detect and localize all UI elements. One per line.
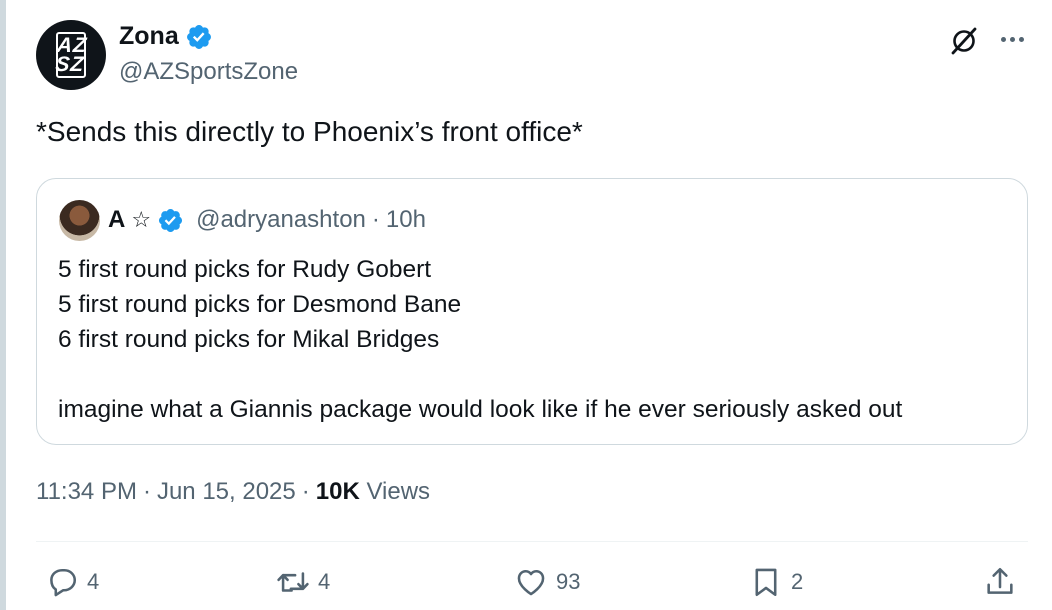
views-label: Views [366, 478, 431, 505]
quoted-tweet-text: 5 first round picks for Rudy Gobert 5 fi… [58, 252, 902, 427]
quoted-text-line: 5 first round picks for Rudy Gobert [58, 256, 432, 283]
bookmark-count: 2 [791, 569, 804, 594]
tweet-meta: 11:34 PM · Jun 15, 2025 · 10K Views [36, 478, 430, 506]
like-icon [517, 569, 545, 596]
quoted-handle[interactable]: @adryanashton [196, 206, 366, 234]
like-count: 93 [556, 569, 581, 594]
repost-count: 4 [318, 569, 331, 594]
views-count: 10K [315, 478, 360, 505]
quoted-timestamp[interactable]: 10h [386, 206, 426, 234]
bookmark-icon [755, 568, 777, 597]
verified-badge-icon [186, 24, 211, 49]
bookmark-button[interactable]: 2 [749, 565, 803, 599]
separator-dot: · [142, 478, 151, 505]
reply-button[interactable]: 4 [45, 565, 99, 599]
tweet-card: AZ SZ Zona @AZSportsZone *Sends this dir… [0, 0, 1052, 610]
tweet-text: *Sends this directly to Phoenix’s front … [36, 116, 583, 147]
author-handle[interactable]: @AZSportsZone [119, 58, 298, 86]
quoted-tweet[interactable]: A ☆ @adryanashton · 10h 5 first round pi… [36, 178, 1028, 445]
quoted-display-name[interactable]: A [108, 206, 125, 234]
verified-badge-icon [159, 208, 183, 232]
quoted-text-blank-line [58, 357, 902, 392]
quoted-text-line: imagine what a Giannis package would loo… [58, 396, 903, 423]
quoted-author-avatar[interactable] [59, 200, 100, 241]
separator-dot: · [301, 478, 310, 505]
star-icon: ☆ [131, 207, 152, 232]
separator-dot: · [371, 206, 380, 233]
author-name-row: Zona [119, 22, 213, 51]
quoted-text-line: 5 first round picks for Desmond Bane [58, 291, 462, 318]
repost-button[interactable]: 4 [276, 565, 330, 599]
reply-icon [50, 568, 77, 597]
author-avatar[interactable]: AZ SZ [36, 20, 106, 90]
share-button[interactable] [983, 565, 1017, 599]
post-time[interactable]: 11:34 PM [36, 478, 137, 506]
more-options-icon[interactable] [996, 26, 1028, 52]
retweet-icon [277, 572, 309, 592]
quoted-tweet-header: A ☆ @adryanashton · 10h [108, 206, 426, 234]
reply-count: 4 [87, 569, 100, 594]
quoted-text-line: 6 first round picks for Mikal Bridges [58, 326, 440, 353]
divider [36, 541, 1028, 542]
like-button[interactable]: 93 [514, 565, 580, 599]
grok-icon[interactable] [948, 24, 980, 56]
post-date[interactable]: Jun 15, 2025 [157, 478, 296, 506]
avatar-logo-text: AZ SZ [54, 34, 89, 76]
author-display-name[interactable]: Zona [119, 22, 179, 51]
share-icon [987, 567, 1013, 594]
